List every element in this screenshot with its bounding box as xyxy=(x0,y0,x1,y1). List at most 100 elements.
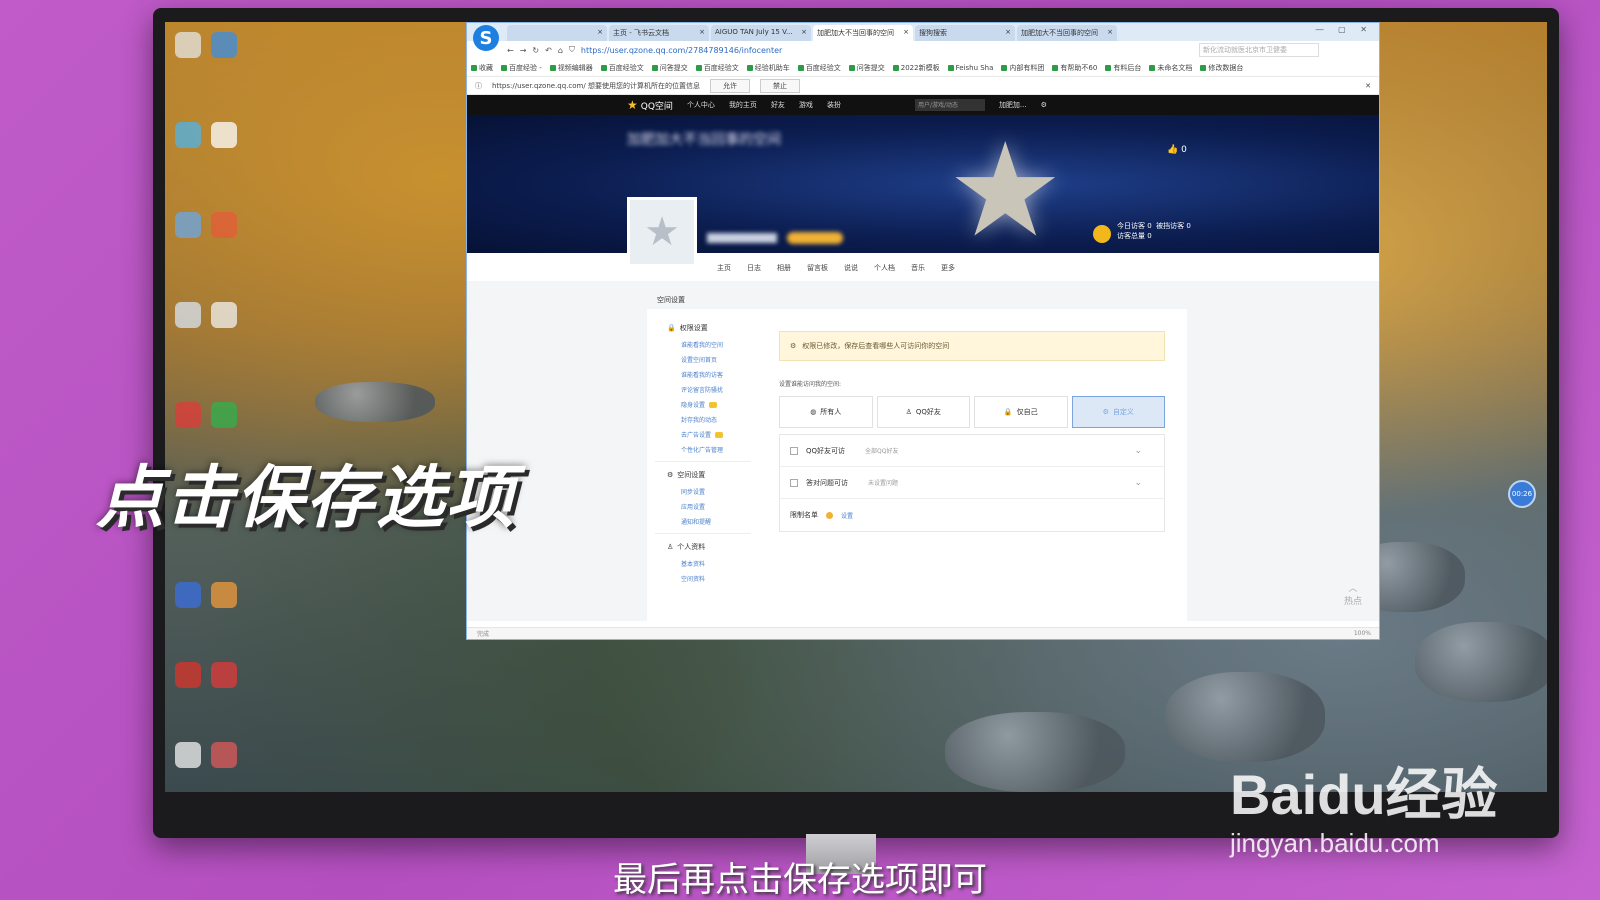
bookmark-item[interactable]: 经验机助车 xyxy=(746,63,790,73)
option-friends-access[interactable]: QQ好友可访 全部QQ好友 ⌄ xyxy=(780,435,1164,467)
subnav-item[interactable]: 留言板 xyxy=(807,263,828,273)
sidebar-item[interactable]: 谁能看我的访客 xyxy=(647,367,759,382)
bookmark-item[interactable]: Feishu Sha xyxy=(947,64,993,72)
forward-icon[interactable]: → xyxy=(520,46,527,55)
browser-tab[interactable]: × xyxy=(507,25,607,41)
desktop-icons[interactable] xyxy=(165,22,275,792)
desktop-icon[interactable] xyxy=(175,302,201,328)
chevron-down-icon[interactable]: ⌄ xyxy=(1134,446,1142,456)
browser-tab-active[interactable]: 加肥加大不当回事的空间 × xyxy=(813,25,913,41)
bookmark-item[interactable]: 百度经验文 xyxy=(695,63,739,73)
browser-tab[interactable]: 加肥加大不当回事的空间 × xyxy=(1017,25,1117,41)
window-controls[interactable]: ― ▢ ✕ xyxy=(1316,25,1373,34)
visibility-custom-button[interactable]: ⚙ 自定义 xyxy=(1071,396,1165,428)
bookmark-item[interactable]: 百度经验文 xyxy=(600,63,644,73)
address-search-input[interactable]: 新化流动就医北京市卫健委 xyxy=(1199,43,1319,57)
option-question-access[interactable]: 答对问题可访 未设置问题 ⌄ xyxy=(780,467,1164,499)
nav-item-friends[interactable]: 好友 xyxy=(771,100,785,110)
desktop-icon[interactable] xyxy=(211,742,237,768)
close-icon[interactable]: × xyxy=(699,28,705,38)
sidebar-item[interactable]: 应用设置 xyxy=(647,499,759,514)
checkbox[interactable] xyxy=(790,478,798,487)
qzone-logo[interactable]: ★ QQ空间 xyxy=(627,98,673,112)
desktop-icon[interactable] xyxy=(175,742,201,768)
bookmark-item[interactable]: 有料后台 xyxy=(1105,63,1141,73)
bookmark-item[interactable]: 视频编辑器 xyxy=(549,63,593,73)
nav-item-my-home[interactable]: 我的主页 xyxy=(729,100,757,110)
sidebar-item[interactable]: 同步设置 xyxy=(647,484,759,499)
sidebar-item[interactable]: 评论留言防骚扰 xyxy=(647,382,759,397)
close-icon[interactable]: × xyxy=(1107,28,1113,38)
bookmark-item[interactable]: 有帮助不60 xyxy=(1052,63,1097,73)
desktop-icon[interactable] xyxy=(175,32,201,58)
desktop-icon[interactable] xyxy=(211,302,237,328)
browser-tab[interactable]: 搜狗搜索 × xyxy=(915,25,1015,41)
subnav-item[interactable]: 主页 xyxy=(717,263,731,273)
visibility-self-button[interactable]: 🔒 仅自己 xyxy=(974,396,1068,428)
subnav-item[interactable]: 音乐 xyxy=(911,263,925,273)
desktop-icon[interactable] xyxy=(175,582,201,608)
bookmark-item[interactable]: 修改数据台 xyxy=(1200,63,1243,73)
sidebar-item[interactable]: 封存我的动态 xyxy=(647,412,759,427)
subnav-item[interactable]: 说说 xyxy=(844,263,858,273)
user-name[interactable]: 加肥加... xyxy=(999,100,1027,110)
sidebar-item[interactable]: 隐身设置 xyxy=(647,397,759,412)
help-icon[interactable] xyxy=(826,511,833,519)
bookmark-item[interactable]: 百度经验文 xyxy=(797,63,841,73)
close-icon[interactable]: × xyxy=(597,28,603,38)
subnav-item[interactable]: 个人档 xyxy=(874,263,895,273)
refresh-icon[interactable]: ↻ xyxy=(532,46,539,55)
sidebar-item[interactable]: 设置空间首页 xyxy=(647,352,759,367)
back-icon[interactable]: ← xyxy=(507,46,514,55)
scroll-to-top[interactable]: ︿ 热点 xyxy=(1343,581,1363,621)
url-field[interactable]: https://user.qzone.qq.com/2784789146/inf… xyxy=(581,46,782,55)
desktop-icon[interactable] xyxy=(175,402,201,428)
sidebar-item[interactable]: 基本资料 xyxy=(647,556,759,571)
avatar[interactable]: ★ xyxy=(627,197,697,267)
desktop-icon[interactable] xyxy=(211,122,237,148)
bookmark-item[interactable]: 未命名文档 xyxy=(1149,63,1192,73)
sidebar-group[interactable]: ⚙ 空间设置 xyxy=(647,466,759,484)
visibility-friends-button[interactable]: ♙ QQ好友 xyxy=(876,396,970,428)
visibility-everyone-button[interactable]: ◍ 所有人 xyxy=(779,396,873,428)
desktop-icon[interactable] xyxy=(175,122,201,148)
gear-icon[interactable]: ⚙ xyxy=(1041,101,1047,109)
like-counter[interactable]: 👍 0 xyxy=(1167,145,1187,155)
desktop-icon[interactable] xyxy=(211,402,237,428)
sidebar-item[interactable]: 空间资料 xyxy=(647,571,759,586)
sidebar-group[interactable]: ♙ 个人资料 xyxy=(647,538,759,556)
close-icon[interactable]: ✕ xyxy=(1365,82,1371,90)
floating-timer-badge[interactable]: 00:26 xyxy=(1508,480,1536,508)
checkbox[interactable] xyxy=(790,446,798,455)
close-icon[interactable]: × xyxy=(801,28,807,38)
bookmark-item[interactable]: 百度经验 - xyxy=(501,63,542,73)
browser-tab[interactable]: 主页 - 飞书云文档 × xyxy=(609,25,709,41)
nav-item-personal-center[interactable]: 个人中心 xyxy=(687,100,715,110)
sidebar-item[interactable]: 通知和提醒 xyxy=(647,514,759,529)
subnav-item[interactable]: 日志 xyxy=(747,263,761,273)
bookmark-item[interactable]: 问答提交 xyxy=(651,63,688,73)
allow-button[interactable]: 允许 xyxy=(709,78,750,93)
sidebar-item[interactable]: 去广告设置 xyxy=(647,427,759,442)
deny-button[interactable]: 禁止 xyxy=(759,78,800,93)
close-icon[interactable]: × xyxy=(903,28,909,38)
desktop-icon[interactable] xyxy=(211,582,237,608)
bookmark-item[interactable]: 2022新模板 xyxy=(892,63,940,73)
desktop-icon[interactable] xyxy=(211,32,237,58)
browser-tab[interactable]: AIGUO TAN July 15 V... × xyxy=(711,25,811,41)
sidebar-item[interactable]: 谁能看我的空间 xyxy=(647,337,759,352)
sidebar-group[interactable]: 🔒 权限设置 xyxy=(647,319,759,337)
desktop-icon[interactable] xyxy=(211,662,237,688)
close-icon[interactable]: × xyxy=(1005,28,1011,38)
nav-item-decorate[interactable]: 装扮 xyxy=(827,100,841,110)
desktop-icon[interactable] xyxy=(211,212,237,238)
chevron-down-icon[interactable]: ⌄ xyxy=(1134,478,1142,488)
desktop-icon[interactable] xyxy=(175,212,201,238)
home-icon[interactable]: ⌂ xyxy=(558,46,563,55)
subnav-item[interactable]: 相册 xyxy=(777,263,791,273)
desktop-icon[interactable] xyxy=(175,662,201,688)
sidebar-item[interactable]: 个性化广告管理 xyxy=(647,442,759,457)
nav-item-games[interactable]: 游戏 xyxy=(799,100,813,110)
bookmark-item[interactable]: 收藏 xyxy=(471,63,493,73)
qzone-search-input[interactable]: 用户/游戏/动态 xyxy=(914,99,985,111)
